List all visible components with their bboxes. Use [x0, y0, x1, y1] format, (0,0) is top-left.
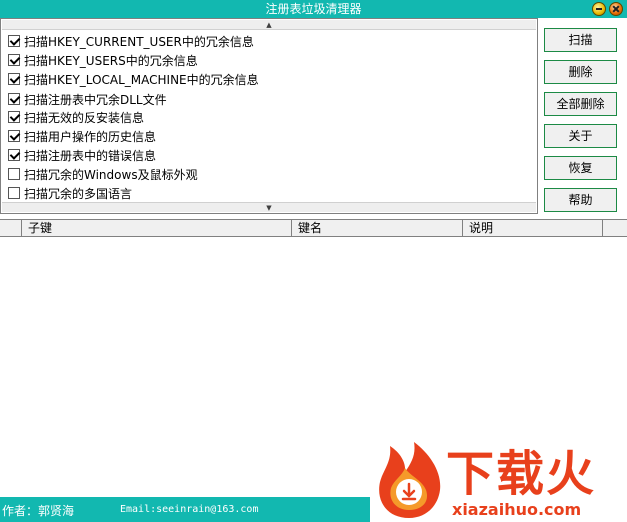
column-header-description[interactable]: 说明	[463, 220, 603, 237]
column-header-subkey[interactable]: 子键	[22, 220, 292, 237]
option-checkbox[interactable]	[8, 73, 20, 85]
option-languages[interactable]: 扫描冗余的多国语言	[8, 184, 132, 202]
option-checkbox[interactable]	[8, 149, 20, 161]
option-hklm[interactable]: 扫描HKEY_LOCAL_MACHINE中的冗余信息	[8, 70, 259, 88]
close-icon[interactable]	[609, 2, 623, 16]
option-windows-cursors[interactable]: 扫描冗余的Windows及鼠标外观	[8, 165, 198, 183]
option-history[interactable]: 扫描用户操作的历史信息	[8, 127, 156, 145]
option-label: 扫描HKEY_LOCAL_MACHINE中的冗余信息	[24, 72, 259, 87]
scan-options-list: ▲ 扫描HKEY_CURRENT_USER中的冗余信息 扫描HKEY_USERS…	[0, 18, 538, 214]
email-label: Email:seeinrain@163.com	[120, 504, 259, 515]
watermark-brand: 下载火	[446, 446, 597, 502]
option-label: 扫描注册表中的错误信息	[24, 148, 157, 163]
option-label: 扫描注册表中冗余DLL文件	[24, 92, 167, 107]
option-checkbox[interactable]	[8, 130, 20, 142]
option-checkbox[interactable]	[8, 93, 20, 105]
triangle-up-icon[interactable]: ▲	[2, 20, 536, 30]
option-checkbox[interactable]	[8, 35, 20, 47]
delete-button[interactable]: 删除	[544, 60, 617, 84]
option-uninstall[interactable]: 扫描无效的反安装信息	[8, 108, 144, 126]
title-bar: 注册表垃圾清理器	[0, 0, 627, 18]
option-checkbox[interactable]	[8, 187, 20, 199]
help-button[interactable]: 帮助	[544, 188, 617, 212]
scan-button[interactable]: 扫描	[544, 28, 617, 52]
flame-logo-icon	[379, 442, 441, 518]
option-label: 扫描无效的反安装信息	[24, 110, 145, 125]
watermark-domain: xiazaihuo.com	[452, 500, 582, 519]
triangle-down-icon[interactable]: ▼	[2, 202, 536, 212]
option-label: 扫描用户操作的历史信息	[24, 129, 157, 144]
option-hku[interactable]: 扫描HKEY_USERS中的冗余信息	[8, 51, 198, 69]
watermark: 下载火 xiazaihuo.com	[370, 438, 627, 522]
about-button[interactable]: 关于	[544, 124, 617, 148]
option-dll[interactable]: 扫描注册表中冗余DLL文件	[8, 90, 167, 108]
option-errors[interactable]: 扫描注册表中的错误信息	[8, 146, 156, 164]
option-checkbox[interactable]	[8, 111, 20, 123]
option-hkcu[interactable]: 扫描HKEY_CURRENT_USER中的冗余信息	[8, 32, 254, 50]
delete-all-button[interactable]: 全部删除	[544, 92, 617, 116]
option-label: 扫描冗余的Windows及鼠标外观	[24, 167, 198, 182]
author-label: 作者：郭贤海	[2, 504, 75, 518]
status-bar: 作者：郭贤海 Email:seeinrain@163.com	[0, 497, 370, 522]
option-label: 扫描HKEY_CURRENT_USER中的冗余信息	[24, 34, 254, 49]
restore-button[interactable]: 恢复	[544, 156, 617, 180]
results-list-header: 子键 键名 说明	[0, 219, 627, 237]
option-label: 扫描HKEY_USERS中的冗余信息	[24, 53, 198, 68]
column-header-keyname[interactable]: 键名	[292, 220, 463, 237]
option-label: 扫描冗余的多国语言	[24, 186, 133, 201]
column-header-blank[interactable]	[0, 220, 22, 237]
option-checkbox[interactable]	[8, 168, 20, 180]
option-checkbox[interactable]	[8, 54, 20, 66]
minimize-icon[interactable]	[592, 2, 606, 16]
window-title: 注册表垃圾清理器	[265, 2, 362, 16]
